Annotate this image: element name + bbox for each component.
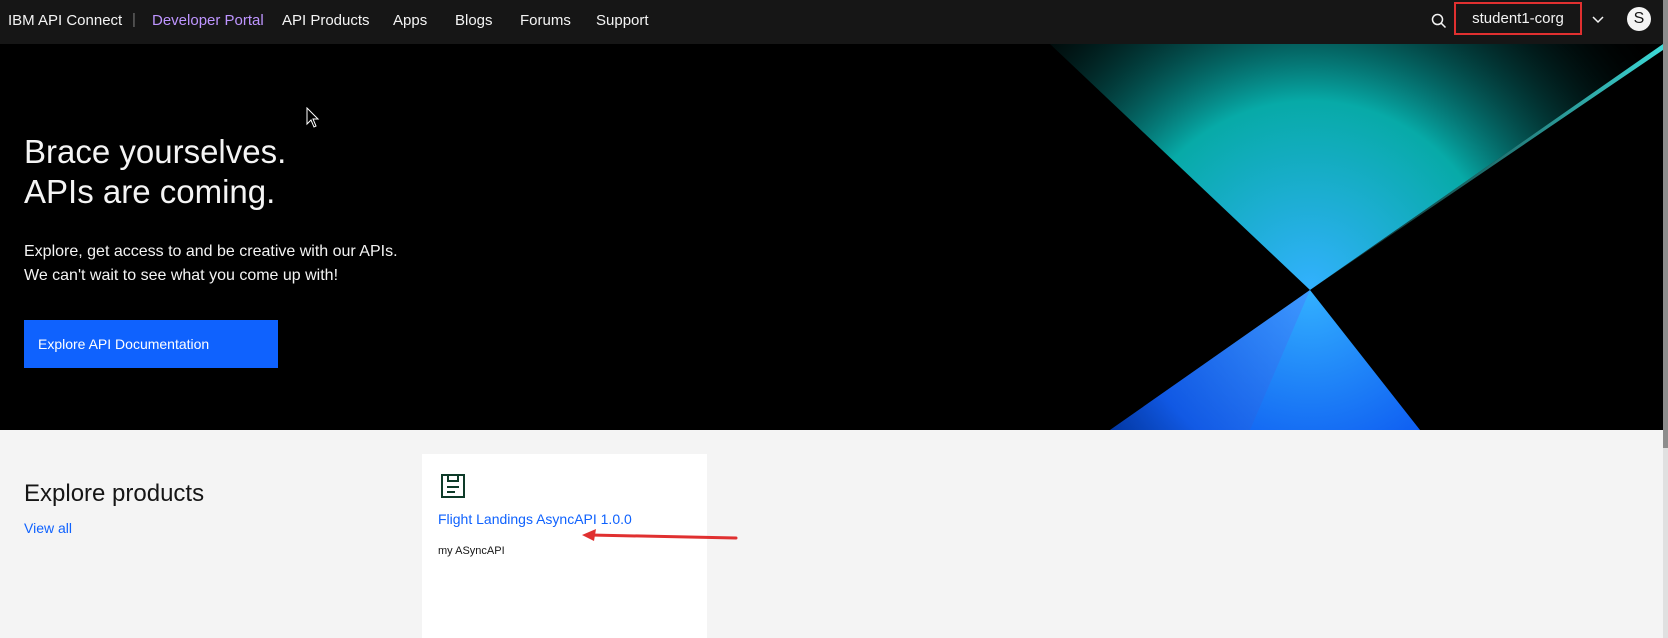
hero-title: Brace yourselves. APIs are coming.	[24, 132, 286, 212]
brand-separator: |	[132, 11, 136, 28]
hero-title-line-1: Brace yourselves.	[24, 133, 287, 170]
explore-products-heading: Explore products	[24, 480, 205, 507]
explore-api-documentation-label: Explore API Documentation	[38, 336, 210, 352]
developer-portal-link[interactable]: Developer Portal	[152, 12, 264, 29]
avatar-initial: S	[1633, 10, 1645, 27]
hero-banner: Brace yourselves. APIs are coming. Explo…	[0, 44, 1663, 430]
hero-decorative-graphic	[1050, 44, 1663, 430]
nav-forums[interactable]: Forums	[520, 12, 571, 29]
page: IBM API Connect | Developer Portal API P…	[0, 0, 1668, 638]
page-scrollbar-thumb[interactable]	[1663, 0, 1668, 448]
nav-support[interactable]: Support	[596, 12, 649, 29]
user-avatar[interactable]: S	[1627, 7, 1651, 31]
product-card-title[interactable]: Flight Landings AsyncAPI 1.0.0	[438, 511, 632, 527]
org-name: student1-corg	[1472, 10, 1564, 27]
hero-description-line-1: Explore, get access to and be creative w…	[24, 243, 398, 260]
hero-description: Explore, get access to and be creative w…	[24, 240, 398, 288]
nav-api-products[interactable]: API Products	[282, 12, 370, 29]
product-icon	[441, 474, 465, 498]
brand-name[interactable]: IBM API Connect	[8, 12, 122, 29]
product-card-description: my ASyncAPI	[438, 545, 505, 557]
org-switcher[interactable]: student1-corg	[1454, 2, 1582, 35]
explore-api-documentation-button[interactable]: Explore API Documentation	[24, 320, 278, 368]
nav-apps[interactable]: Apps	[393, 12, 427, 29]
hero-description-line-2: We can't wait to see what you come up wi…	[24, 267, 339, 284]
chevron-down-icon[interactable]	[1590, 11, 1606, 27]
hero-title-line-2: APIs are coming.	[24, 173, 276, 210]
top-navigation-bar: IBM API Connect | Developer Portal API P…	[0, 0, 1663, 44]
annotation-arrow-icon	[582, 529, 738, 541]
mouse-cursor-icon	[306, 107, 320, 128]
nav-blogs[interactable]: Blogs	[455, 12, 493, 29]
search-icon[interactable]	[1430, 12, 1448, 30]
view-all-link[interactable]: View all	[24, 520, 72, 536]
